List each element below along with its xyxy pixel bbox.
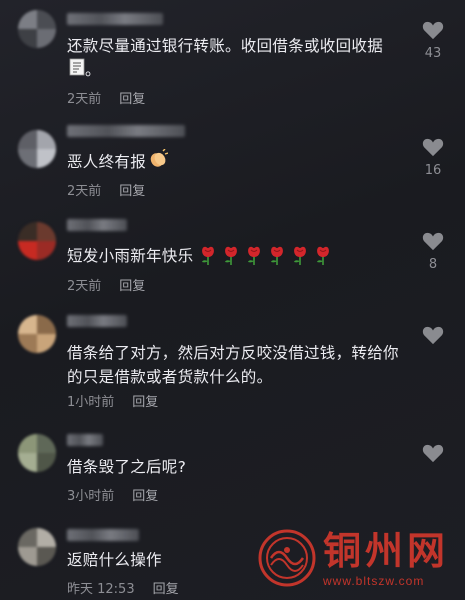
comment-time: 1小时前 bbox=[67, 395, 115, 410]
username-blurred[interactable] bbox=[67, 13, 163, 25]
avatar[interactable] bbox=[18, 130, 56, 168]
reply-button[interactable]: 回复 bbox=[119, 184, 145, 199]
reply-button[interactable]: 回复 bbox=[132, 489, 158, 504]
heart-icon[interactable] bbox=[422, 20, 444, 40]
rose-icon bbox=[293, 246, 306, 265]
comment-text-line1: 还款尽量通过银行转账。收回借条或收回收据 bbox=[67, 37, 384, 55]
heart-icon[interactable] bbox=[422, 231, 444, 251]
like-count: 16 bbox=[424, 163, 442, 178]
rose-icon bbox=[224, 246, 237, 265]
comment-text: 恶人终有报 bbox=[67, 148, 415, 176]
username-blurred[interactable] bbox=[67, 219, 127, 231]
comment-meta: 2天前 回复 bbox=[67, 88, 145, 107]
comment-meta: 2天前 回复 bbox=[67, 275, 145, 294]
username-blurred[interactable] bbox=[67, 315, 127, 327]
clapping-hands-icon bbox=[148, 148, 169, 176]
heart-icon[interactable] bbox=[422, 325, 444, 345]
reply-button[interactable]: 回复 bbox=[119, 92, 145, 107]
rose-icon bbox=[270, 246, 283, 265]
avatar[interactable] bbox=[18, 315, 56, 353]
reply-button[interactable]: 回复 bbox=[153, 582, 179, 597]
like-button[interactable]: 43 bbox=[415, 20, 451, 61]
comment-time: 2天前 bbox=[67, 279, 102, 294]
rose-icon bbox=[316, 246, 329, 265]
username-blurred[interactable] bbox=[67, 125, 185, 137]
like-button[interactable] bbox=[415, 325, 451, 351]
avatar[interactable] bbox=[18, 222, 56, 260]
like-count: 43 bbox=[424, 46, 442, 61]
comment-time: 2天前 bbox=[67, 184, 102, 199]
comment-text: 借条毁了之后呢? bbox=[67, 458, 187, 476]
comment-time: 2天前 bbox=[67, 92, 102, 107]
site-watermark: 铜州网 www.bltszw.com bbox=[253, 526, 461, 596]
like-button[interactable]: 16 bbox=[415, 137, 451, 178]
username-blurred[interactable] bbox=[67, 529, 139, 541]
comment-text-line1: 恶人终有报 bbox=[67, 153, 147, 171]
comment-text: 短发小雨新年快乐 bbox=[67, 244, 415, 268]
reply-button[interactable]: 回复 bbox=[132, 395, 158, 410]
like-button[interactable] bbox=[415, 443, 451, 469]
comment-time: 昨天 12:53 bbox=[67, 582, 135, 597]
comment-text: 还款尽量通过银行转账。收回借条或收回收据 。 bbox=[67, 34, 415, 83]
rose-icon bbox=[247, 246, 260, 265]
avatar[interactable] bbox=[18, 434, 56, 472]
rose-emoji-group bbox=[199, 246, 337, 265]
reply-button[interactable]: 回复 bbox=[119, 279, 145, 294]
comment-meta: 3小时前 回复 bbox=[67, 485, 158, 504]
comment-text-line2: 。 bbox=[85, 61, 101, 79]
comment-text: 借条给了对方，然后对方反咬没借过钱，转给你的只是借款或者货款什么的。 bbox=[67, 344, 399, 386]
heart-icon[interactable] bbox=[422, 443, 444, 463]
watermark-url: www.bltszw.com bbox=[323, 574, 425, 588]
comment-meta: 2天前 回复 bbox=[67, 180, 145, 199]
like-button[interactable]: 8 bbox=[415, 231, 451, 272]
like-count: 8 bbox=[428, 257, 438, 272]
comment-text-line1: 短发小雨新年快乐 bbox=[67, 247, 194, 265]
heart-icon[interactable] bbox=[422, 137, 444, 157]
comment-time: 3小时前 bbox=[67, 489, 115, 504]
username-blurred[interactable] bbox=[67, 434, 103, 446]
watermark-title: 铜州网 bbox=[323, 528, 450, 573]
rose-icon bbox=[201, 246, 214, 265]
seal-logo-icon bbox=[258, 529, 316, 587]
comment-meta: 昨天 12:53 回复 bbox=[67, 578, 179, 597]
avatar[interactable] bbox=[18, 528, 56, 566]
receipt-icon bbox=[69, 58, 85, 83]
avatar[interactable] bbox=[18, 10, 56, 48]
comment-meta: 1小时前 回复 bbox=[67, 391, 158, 410]
